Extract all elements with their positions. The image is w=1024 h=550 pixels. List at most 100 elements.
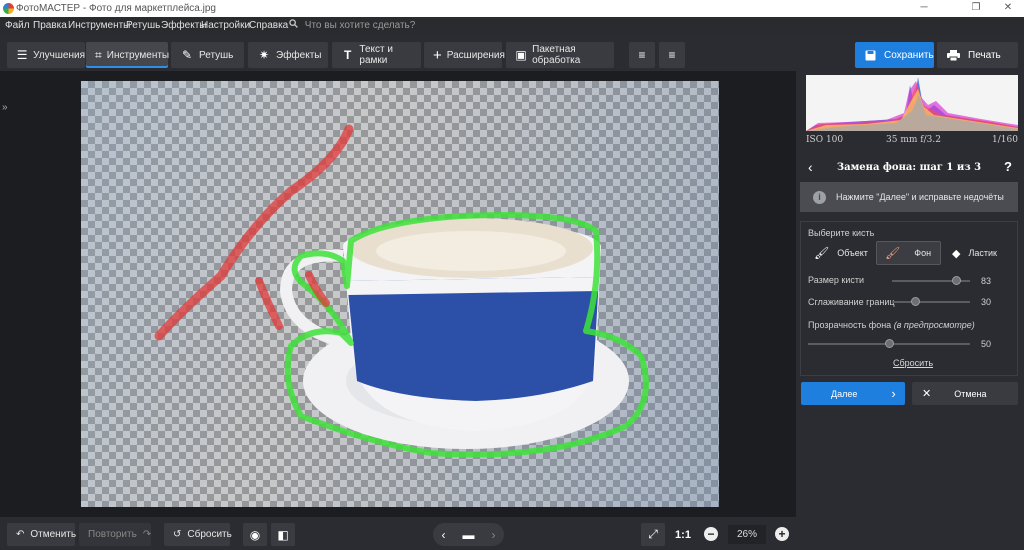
- exif-lens: 35 mm f/3.2: [886, 135, 941, 145]
- preview-eye-button[interactable]: ◉: [243, 523, 267, 546]
- zoom-in-icon[interactable]: +: [775, 527, 789, 541]
- printer-icon: [947, 49, 960, 61]
- crop-icon: ⌗: [95, 47, 102, 62]
- main-toolbar: ☰ Улучшения ⌗ Инструменты ✎ Ретушь ✷ Эффекты…: [0, 34, 1024, 71]
- batch-icon: ▣: [515, 48, 527, 62]
- restore-button[interactable]: ❐: [962, 2, 990, 13]
- cancel-button[interactable]: ✕ Отмена: [912, 382, 1018, 405]
- reset-label: Сбросить: [187, 529, 232, 540]
- exif-iso: ISO 100: [806, 135, 844, 145]
- menu-search[interactable]: Что вы хотите сделать?: [289, 19, 415, 31]
- tab-retouch[interactable]: ✎ Ретушь: [171, 42, 244, 68]
- zoom-out-icon[interactable]: −: [704, 527, 718, 541]
- tab-batch[interactable]: ▣ Пакетная обработка: [506, 42, 614, 68]
- tab-label: Улучшения: [33, 49, 85, 61]
- brush-background-icon: 🖌: [885, 246, 901, 260]
- cancel-label: Отмена: [954, 388, 987, 399]
- brush-object-button[interactable]: 🖌 Объект: [806, 241, 872, 265]
- bottom-bar: ↶ Отменить Повторить ↷ ↺ Сбросить ◉ ◧ ‹ ▬ ›…: [0, 517, 796, 550]
- menu-effects[interactable]: Эффекты: [161, 20, 206, 31]
- app-logo-icon: [3, 3, 14, 14]
- next-label: Далее: [831, 388, 858, 399]
- history-button[interactable]: ≡: [659, 42, 685, 68]
- menu-help[interactable]: Справка: [249, 20, 288, 31]
- menu-bar: Файл Правка Инструменты Ретушь Эффекты Н…: [0, 17, 1024, 34]
- redo-icon: ↷: [142, 529, 152, 540]
- sparkle-icon: ✷: [258, 48, 270, 62]
- search-icon: [289, 19, 298, 28]
- edge-smoothing-slider[interactable]: [892, 301, 970, 303]
- tab-enhance[interactable]: ☰ Улучшения: [7, 42, 85, 68]
- menu-settings[interactable]: Настройки: [201, 20, 250, 31]
- image-navigation: ‹ ▬ ›: [433, 523, 504, 546]
- bg-opacity-note: (в предпросмотре): [893, 320, 975, 330]
- step-header: ‹ Замена фона: шаг 1 из 3 ?: [800, 155, 1018, 181]
- minimize-button[interactable]: ─: [910, 2, 938, 13]
- brush-object-label: Объект: [837, 248, 868, 258]
- close-button[interactable]: ✕: [994, 2, 1022, 13]
- compare-button[interactable]: ◧: [271, 523, 295, 546]
- bg-opacity-label: Прозрачность фона (в предпросмотре): [808, 320, 975, 330]
- expand-panel-icon[interactable]: »: [2, 102, 14, 114]
- menu-file[interactable]: Файл: [5, 20, 30, 31]
- choose-brush-label: Выберите кисть: [808, 228, 875, 238]
- fit-screen-button[interactable]: ⤢: [641, 523, 665, 546]
- eraser-button[interactable]: ◆ Ластик: [944, 241, 1016, 265]
- brush-size-label: Размер кисти: [808, 275, 865, 285]
- tab-label: Текст и рамки: [359, 44, 393, 66]
- tab-text-frames[interactable]: T Текст и рамки: [332, 42, 421, 68]
- print-button[interactable]: Печать: [937, 42, 1018, 68]
- histogram-graph: [806, 77, 1018, 131]
- exif-shutter: 1/160: [992, 135, 1018, 145]
- undo-icon: ↶: [16, 529, 25, 540]
- tab-extensions[interactable]: + Расширения: [424, 42, 505, 68]
- reset-icon: ↺: [173, 529, 182, 540]
- reset-brush-link[interactable]: Сбросить: [893, 358, 933, 368]
- add-preset-button[interactable]: ≡: [629, 42, 655, 68]
- tab-label: Инструменты: [106, 49, 170, 61]
- folder-icon[interactable]: ▬: [463, 528, 475, 542]
- actual-size-button[interactable]: 1:1: [671, 523, 695, 546]
- next-button[interactable]: Далее ›: [801, 382, 905, 405]
- redo-button[interactable]: Повторить ↷: [79, 523, 151, 546]
- compare-icon: ◧: [277, 527, 289, 542]
- undo-button[interactable]: ↶ Отменить: [7, 523, 76, 546]
- tab-effects[interactable]: ✷ Эффекты: [248, 42, 328, 68]
- menu-tools[interactable]: Инструменты: [68, 20, 130, 31]
- reset-button[interactable]: ↺ Сбросить: [164, 523, 232, 546]
- cup-blue-band: [347, 277, 599, 401]
- zoom-level[interactable]: 26%: [728, 525, 766, 544]
- edge-smoothing-label: Сглаживание границ: [808, 297, 895, 307]
- floppy-icon: [865, 50, 876, 60]
- edge-smoothing-knob[interactable]: [910, 297, 920, 306]
- sliders-icon: ☰: [16, 48, 28, 62]
- fit-screen-icon: ⤢: [648, 527, 658, 541]
- search-placeholder: Что вы хотите сделать?: [304, 20, 416, 31]
- brush-size-value: 83: [981, 276, 992, 286]
- photo-canvas[interactable]: [81, 81, 719, 507]
- brush-background-label: Фон: [914, 248, 932, 258]
- brush-icon: ✎: [181, 48, 193, 62]
- prev-image-icon[interactable]: ‹: [442, 528, 446, 542]
- exif-info: ISO 100 35 mm f/3.2 1/160: [806, 133, 1018, 147]
- plus-icon: +: [433, 46, 442, 64]
- brush-background-button[interactable]: 🖌 Фон: [876, 241, 941, 265]
- print-label: Печать: [968, 49, 1001, 61]
- photo-content: [154, 124, 649, 458]
- hint-box: i Нажмите "Далее" и исправьте недочёты: [800, 182, 1018, 212]
- help-icon[interactable]: ?: [1004, 159, 1012, 174]
- tab-tools[interactable]: ⌗ Инструменты: [86, 42, 170, 68]
- eraser-label: Ластик: [968, 248, 997, 258]
- bg-opacity-knob[interactable]: [884, 339, 894, 348]
- edge-smoothing-value: 30: [981, 297, 992, 307]
- list-history-icon: ≡: [668, 48, 676, 62]
- hint-text: Нажмите "Далее" и исправьте недочёты: [836, 192, 1004, 202]
- info-icon: i: [813, 190, 826, 204]
- menu-edit[interactable]: Правка: [33, 20, 67, 31]
- menu-retouch[interactable]: Ретушь: [126, 20, 160, 31]
- save-button[interactable]: Сохранить: [855, 42, 934, 68]
- next-image-icon[interactable]: ›: [492, 528, 496, 542]
- title-bar: ФотоМАСТЕР - Фото для маркетплейса.jpg ─…: [0, 0, 1024, 17]
- eraser-icon: ◆: [952, 247, 961, 260]
- tab-label: Расширения: [446, 49, 505, 61]
